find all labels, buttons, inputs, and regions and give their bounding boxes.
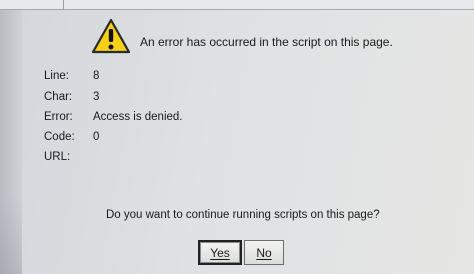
top-border-mark <box>18 0 64 10</box>
corner-shadow <box>0 194 22 274</box>
detail-label-char: Char: <box>44 91 73 103</box>
no-button-label: No <box>256 245 272 260</box>
detail-label-line: Line: <box>44 70 69 82</box>
detail-label-error: Error: <box>44 111 73 123</box>
warning-icon <box>90 17 132 55</box>
detail-value-code: 0 <box>93 131 100 143</box>
continue-question: Do you want to continue running scripts … <box>106 209 380 221</box>
detail-value-line: 8 <box>93 70 100 82</box>
detail-value-char: 3 <box>93 91 100 103</box>
no-button[interactable]: No <box>244 240 284 265</box>
detail-value-error: Access is denied. <box>93 111 183 123</box>
yes-button-label: Yes <box>210 245 230 260</box>
error-message: An error has occurred in the script on t… <box>140 35 393 49</box>
window-top-border <box>0 0 474 10</box>
detail-label-code: Code: <box>44 131 75 143</box>
yes-button[interactable]: Yes <box>198 240 242 265</box>
detail-label-url: URL: <box>44 151 71 163</box>
